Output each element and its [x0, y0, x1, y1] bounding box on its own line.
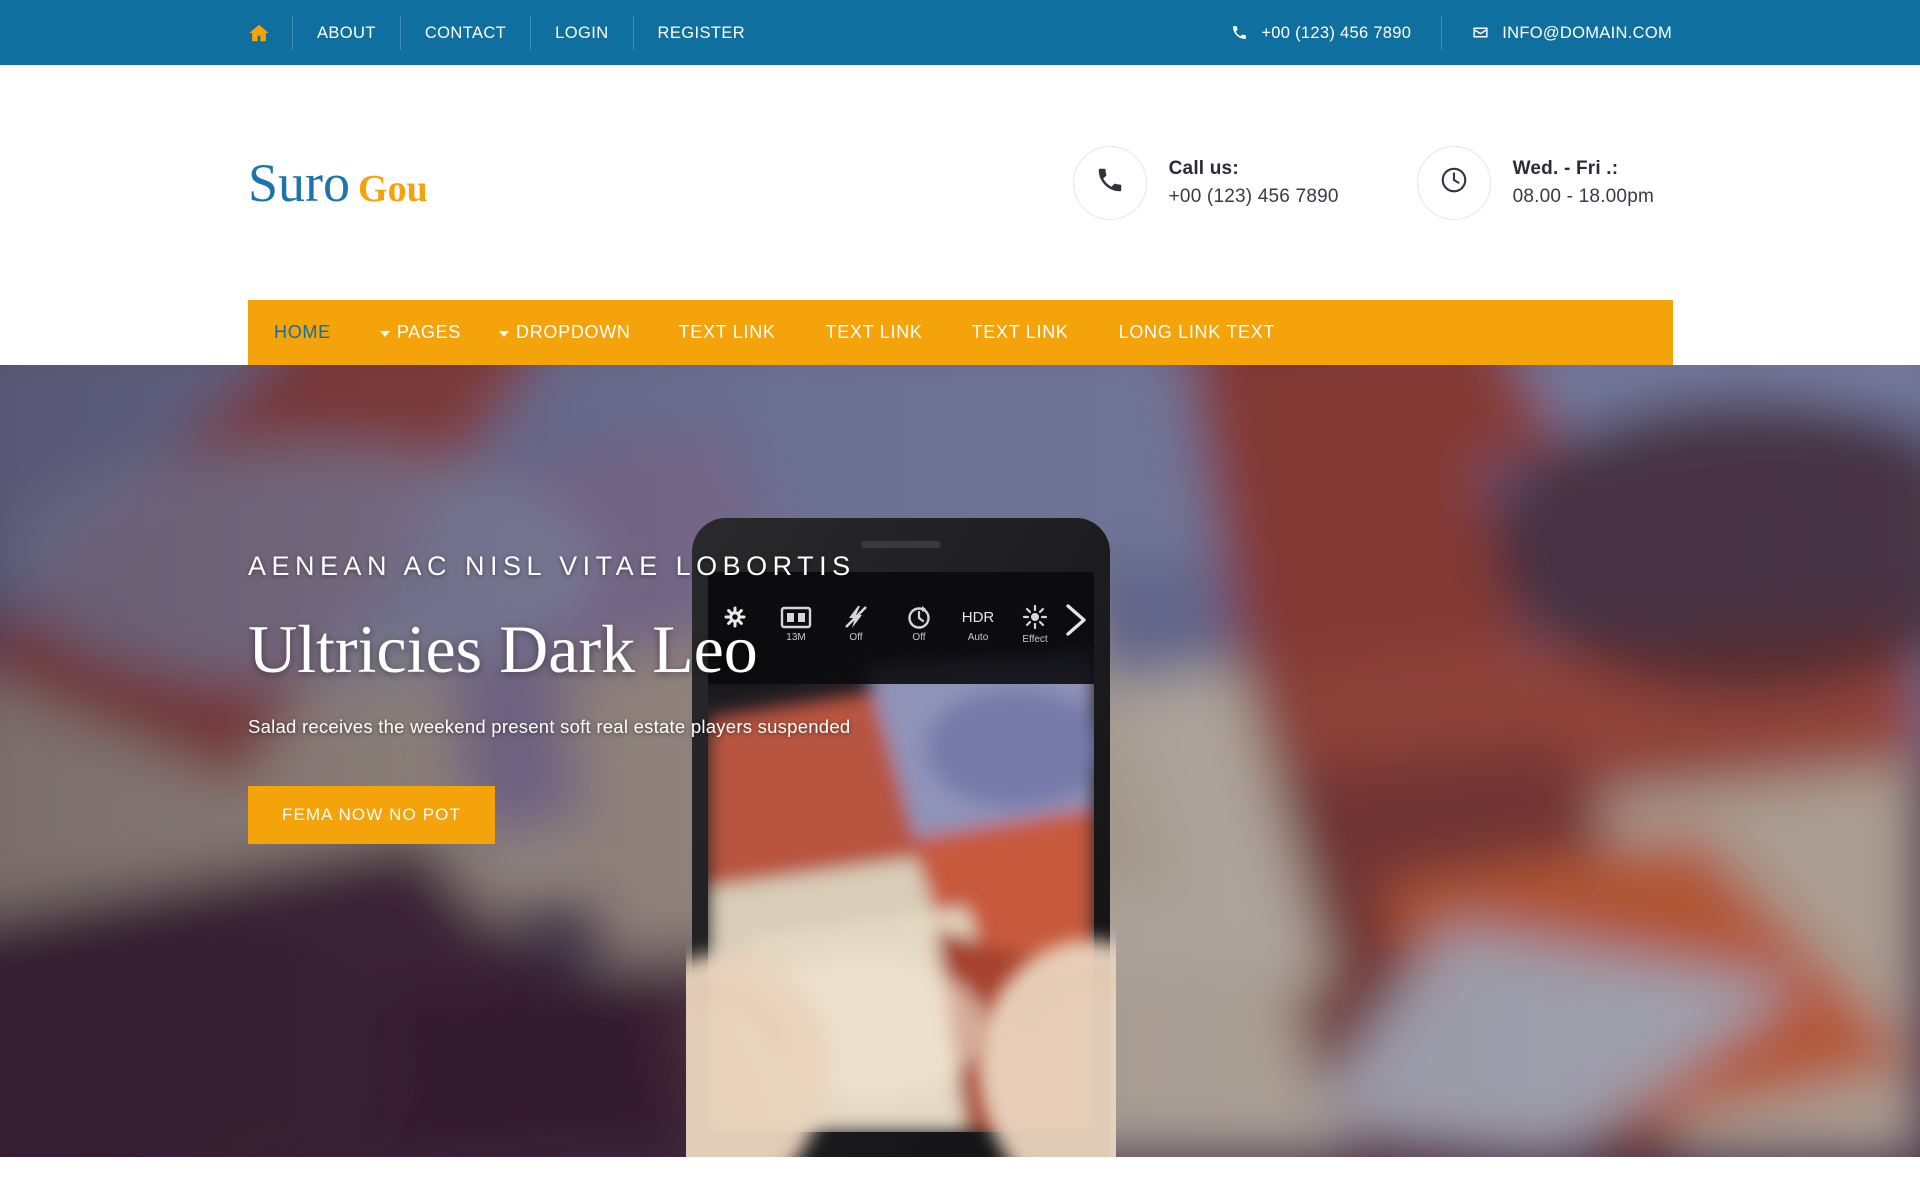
envelope-icon — [1472, 24, 1489, 41]
top-bar-phone-text: +00 (123) 456 7890 — [1261, 23, 1412, 42]
top-bar-item-about[interactable]: ABOUT — [293, 15, 401, 50]
top-bar-item-contact[interactable]: CONTACT — [401, 15, 532, 50]
header-hours-block: Wed. - Fri .: 08.00 - 18.00pm — [1416, 145, 1654, 220]
nav-item-text-link-3-label: TEXT LINK — [971, 322, 1069, 342]
hero-subtitle: AENEAN AC NISL VITAE LOBORTIS — [248, 551, 856, 581]
phone-icon — [1231, 24, 1248, 41]
nav-item-text-link-2[interactable]: TEXT LINK — [826, 322, 923, 343]
top-bar-phone[interactable]: +00 (123) 456 7890 — [1201, 15, 1443, 50]
nav-item-text-link-2-label: TEXT LINK — [825, 322, 923, 342]
svg-text:Auto: Auto — [968, 632, 989, 643]
chevron-down-icon — [499, 330, 510, 337]
site-header: Suro Gou Call us: +00 (123) 456 7890 Wed… — [0, 65, 1920, 300]
nav-item-long-link-text[interactable]: LONG LINK TEXT — [1119, 322, 1276, 343]
header-hours-title: Wed. - Fri .: — [1512, 157, 1619, 179]
top-bar-email-text: INFO@DOMAIN.COM — [1502, 23, 1672, 42]
nav-item-dropdown-label: DROPDOWN — [516, 322, 631, 342]
nav-item-text-link-1[interactable]: TEXT LINK — [679, 322, 776, 343]
hero-title: Ultricies Dark Leo — [248, 611, 758, 687]
svg-text:HDR: HDR — [962, 609, 995, 626]
nav-item-long-link-text-label: LONG LINK TEXT — [1118, 322, 1276, 342]
top-bar-item-register[interactable]: REGISTER — [634, 16, 770, 50]
phone-icon-circle — [1072, 145, 1147, 220]
header-call-text: Call us: +00 (123) 456 7890 — [1169, 158, 1339, 208]
chevron-down-icon — [379, 330, 390, 337]
nav-item-pages[interactable]: PAGES — [379, 322, 462, 343]
main-navigation: HOME PAGES DROPDOWN TEXT LINK TEXT LINK … — [248, 300, 1673, 365]
header-call-value: +00 (123) 456 7890 — [1168, 185, 1339, 207]
hero-content: AENEAN AC NISL VITAE LOBORTIS Ultricies … — [248, 551, 856, 845]
hero-banner: 13M Off Off HDR Auto Effect AENEAN AC NI… — [0, 365, 1920, 1157]
nav-item-pages-label: PAGES — [396, 322, 462, 342]
nav-item-home[interactable]: HOME — [274, 322, 331, 343]
clock-icon — [1439, 165, 1469, 200]
top-bar-item-login[interactable]: LOGIN — [531, 15, 634, 50]
hero-description: Salad receives the weekend present soft … — [248, 716, 851, 738]
nav-item-home-label: HOME — [274, 322, 331, 342]
home-icon — [248, 22, 270, 44]
header-info-group: Call us: +00 (123) 456 7890 Wed. - Fri .… — [1072, 145, 1672, 220]
top-bar: ABOUT CONTACT LOGIN REGISTER +00 (123) 4… — [0, 0, 1920, 65]
nav-item-dropdown[interactable]: DROPDOWN — [499, 322, 631, 343]
nav-item-text-link-3[interactable]: TEXT LINK — [972, 322, 1069, 343]
header-call-block: Call us: +00 (123) 456 7890 — [1072, 145, 1339, 220]
top-bar-contact-group: +00 (123) 456 7890 INFO@DOMAIN.COM — [1201, 15, 1672, 50]
top-bar-links: ABOUT CONTACT LOGIN REGISTER — [248, 15, 770, 50]
logo-primary-text: Suro — [248, 152, 351, 213]
phone-icon — [1095, 165, 1125, 200]
clock-icon-circle — [1416, 145, 1491, 220]
svg-text:Effect: Effect — [1022, 634, 1048, 645]
header-hours-value: 08.00 - 18.00pm — [1512, 185, 1654, 207]
top-bar-email[interactable]: INFO@DOMAIN.COM — [1442, 16, 1672, 50]
hero-cta-button[interactable]: FEMA NOW NO POT — [248, 786, 495, 845]
site-logo[interactable]: Suro Gou — [248, 156, 428, 210]
home-link[interactable] — [248, 15, 293, 50]
header-hours-text: Wed. - Fri .: 08.00 - 18.00pm — [1513, 158, 1654, 208]
logo-secondary-text: Gou — [358, 167, 428, 210]
header-call-title: Call us: — [1168, 157, 1239, 179]
nav-item-text-link-1-label: TEXT LINK — [678, 322, 776, 342]
main-navigation-wrapper: HOME PAGES DROPDOWN TEXT LINK TEXT LINK … — [0, 300, 1920, 365]
page-bottom-area — [0, 1157, 1920, 1178]
svg-text:Off: Off — [912, 632, 925, 643]
